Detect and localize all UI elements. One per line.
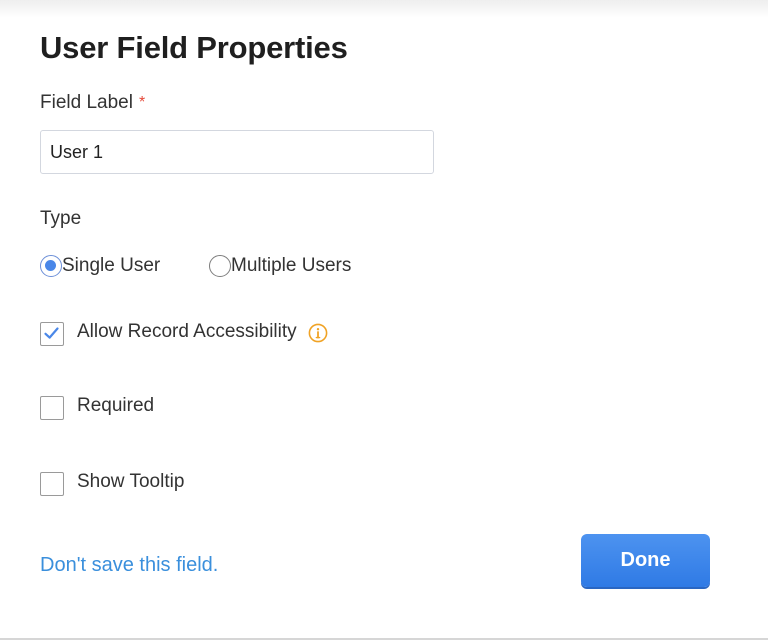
- required-label: Required: [77, 395, 155, 416]
- required-option[interactable]: Required: [40, 392, 154, 420]
- required-checkbox[interactable]: [40, 396, 64, 420]
- field-label-text: Field Label: [40, 92, 133, 113]
- dialog-title: User Field Properties: [40, 30, 348, 65]
- allow-record-accessibility-checkbox[interactable]: [40, 322, 64, 346]
- radio-single-user-label: Single User: [62, 255, 161, 276]
- show-tooltip-checkbox[interactable]: [40, 472, 64, 496]
- info-icon[interactable]: [308, 323, 328, 343]
- field-label-input[interactable]: [40, 130, 434, 174]
- user-field-properties-dialog: User Field Properties Field Label* Type …: [0, 0, 768, 640]
- top-shadow: [0, 0, 768, 18]
- field-label-heading: Field Label *: [40, 90, 145, 116]
- show-tooltip-option[interactable]: Show Tooltip: [40, 468, 184, 496]
- radio-single-user[interactable]: Single User: [40, 253, 160, 279]
- checkmark-icon: [44, 327, 59, 339]
- show-tooltip-label: Show Tooltip: [77, 471, 185, 492]
- radio-button-checked[interactable]: [40, 255, 62, 277]
- allow-record-accessibility-option[interactable]: Allow Record Accessibility: [40, 318, 328, 346]
- radio-multiple-users-label: Multiple Users: [231, 255, 352, 276]
- allow-record-accessibility-label: Allow Record Accessibility: [77, 321, 297, 342]
- radio-dot: [45, 260, 56, 271]
- required-star: *: [138, 94, 146, 111]
- radio-button-unchecked[interactable]: [209, 255, 231, 277]
- dont-save-field-link[interactable]: Don't save this field.: [40, 551, 218, 579]
- radio-multiple-users[interactable]: Multiple Users: [209, 253, 351, 279]
- done-button[interactable]: Done: [581, 534, 710, 587]
- type-label: Type: [40, 208, 82, 229]
